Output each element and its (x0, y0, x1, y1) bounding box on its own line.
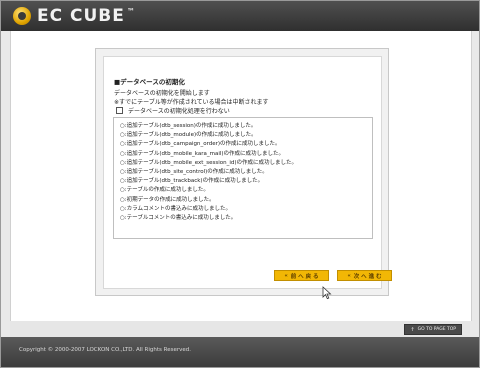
back-button-label: 前 へ 戻 る (290, 273, 319, 280)
skip-init-checkbox-row[interactable]: データベースの初期化処理を行わない (116, 106, 230, 115)
log-item: ○:追加テーブル(dtb_mobile_kara_mail)の作成に成功しました… (120, 150, 285, 157)
go-to-top-button[interactable]: ↑ GO TO PAGE TOP (404, 324, 462, 335)
install-panel: ■データベースの初期化 データベースの初期化を開始します ※すでにテーブル等が作… (95, 48, 392, 296)
log-item: ○:追加テーブル(dtb_session)の作成に成功しました。 (120, 123, 257, 129)
log-list: ○:追加テーブル(dtb_session)の作成に成功しました。 ○:追加テーブル… (114, 118, 372, 223)
next-button-label: 次 へ 進 む (353, 273, 382, 280)
log-output-box[interactable]: ○:追加テーブル(dtb_session)の作成に成功しました。 ○:追加テーブル… (113, 117, 373, 239)
next-button[interactable]: « 次 へ 進 む (337, 270, 392, 281)
log-item: ○:初期データの作成に成功しました。 (120, 196, 215, 203)
header-bar: EC CUBE ™ (1, 1, 479, 31)
go-to-top-bar: ↑ GO TO PAGE TOP (10, 321, 470, 337)
log-item: ○:追加テーブル(dtb_trackback)の作成に成功しました。 (120, 178, 264, 185)
skip-init-label: データベースの初期化処理を行わない (128, 108, 230, 115)
log-item: ○:テーブルコメントの書込みに成功しました。 (120, 215, 237, 222)
back-arrow-icon: « (284, 272, 288, 279)
description-start: データベースの初期化を開始します (114, 90, 210, 97)
browser-frame: EC CUBE ™ ■データベースの初期化 データベースの初期化を開始します ※… (0, 0, 480, 368)
log-item: ○:追加テーブル(dtb_module)の作成に成功しました。 (120, 132, 257, 139)
logo: EC CUBE ™ (13, 6, 135, 26)
log-item: ○:テーブルの作成に成功しました。 (120, 187, 209, 194)
log-item: ○:追加テーブル(dtb_mobile_ext_session_id)の作成に成… (120, 159, 297, 166)
back-button[interactable]: « 前 へ 戻 る (274, 270, 329, 281)
up-arrow-icon: ↑ (410, 326, 415, 333)
copyright-text: Copyright © 2000-2007 LOCKON CO.,LTD. Al… (19, 347, 191, 353)
footer: Copyright © 2000-2007 LOCKON CO.,LTD. Al… (1, 337, 479, 367)
next-arrow-icon: « (347, 272, 351, 279)
log-item: ○:追加テーブル(dtb_site_control)の作成に成功しました。 (120, 169, 268, 176)
log-item: ○:カラムコメントの書込みに成功しました。 (120, 205, 231, 212)
log-item: ○:追加テーブル(dtb_campaign_order)の作成に成功しました。 (120, 141, 281, 148)
go-to-top-label: GO TO PAGE TOP (417, 327, 456, 332)
ec-cube-logo-icon (13, 7, 31, 25)
skip-init-checkbox[interactable] (116, 107, 123, 114)
content-area: ■データベースの初期化 データベースの初期化を開始します ※すでにテーブル等が作… (10, 31, 472, 321)
section-title: ■データベースの初期化 (114, 78, 185, 86)
description-warning: ※すでにテーブル等が作成されている場合は中断されます (114, 99, 269, 106)
logo-text: EC CUBE (37, 6, 125, 26)
install-panel-inner: ■データベースの初期化 データベースの初期化を開始します ※すでにテーブル等が作… (103, 56, 382, 289)
mouse-cursor-icon (322, 286, 332, 300)
trademark-mark: ™ (126, 6, 135, 16)
